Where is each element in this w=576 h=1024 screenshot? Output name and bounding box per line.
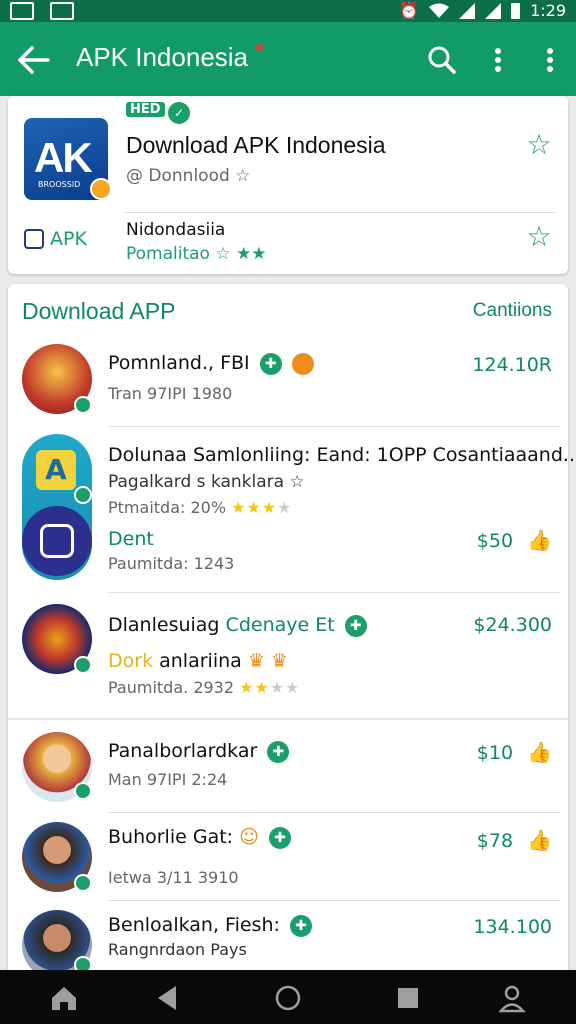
status-time: 1:29 bbox=[530, 1, 566, 20]
item-title: Buhorlie Gat: bbox=[108, 826, 234, 848]
phone-app-icon bbox=[22, 506, 92, 576]
item-divider bbox=[108, 426, 560, 427]
back-arrow-icon[interactable] bbox=[14, 40, 54, 80]
app-a-icon: A bbox=[36, 450, 76, 490]
thumb-up-icon[interactable]: 👍 bbox=[527, 828, 552, 852]
image-notification-icon bbox=[50, 2, 74, 20]
item-subtitle: Ietwa 3/11 3910 bbox=[108, 868, 239, 887]
list-item[interactable]: Buhorlie Gat: ☺ ✚ Ietwa 3/11 3910 $78 👍 bbox=[8, 818, 568, 902]
item-price: 124.10R bbox=[472, 354, 552, 376]
verified-badge-icon bbox=[74, 396, 92, 414]
header-title: Download APK Indonesia bbox=[126, 132, 386, 158]
rating-stars: ★★★★ bbox=[239, 678, 301, 697]
crown-icon: ♛ ♛ bbox=[247, 650, 288, 672]
item-title: Dent bbox=[108, 528, 154, 550]
system-nav-bar bbox=[0, 970, 576, 1024]
app-logo: AK BROOSSID bbox=[24, 118, 112, 200]
app-header-card: AK BROOSSID HED ✓ Download APK Indonesia… bbox=[8, 96, 568, 274]
notification-dot bbox=[256, 44, 263, 51]
verified-badge-icon bbox=[74, 874, 92, 892]
overflow-menu-icon[interactable] bbox=[532, 42, 568, 78]
item-meta: Paumitda. 2932 bbox=[108, 678, 235, 697]
profile-icon[interactable] bbox=[496, 982, 528, 1014]
favorite-star-icon-2[interactable]: ☆ bbox=[524, 222, 554, 252]
verified-badge-icon bbox=[74, 782, 92, 800]
signal-icon-2 bbox=[485, 2, 502, 19]
item-subtitle: Man 97IPI 2:24 bbox=[108, 770, 228, 789]
item-subtitle: anlariina bbox=[159, 650, 242, 672]
section-link[interactable]: Cantiions bbox=[473, 300, 552, 322]
list-item[interactable]: Pomnland., FBI ✚ Tran 97IPI 1980 124.10R bbox=[8, 342, 568, 426]
plus-icon: ✚ bbox=[259, 352, 282, 375]
apk-square-icon bbox=[24, 229, 44, 249]
item-price: $78 bbox=[476, 830, 514, 852]
more-vert-icon[interactable] bbox=[480, 42, 516, 78]
item-divider bbox=[108, 900, 560, 901]
list-item[interactable]: Dlanlesuiag Cdenaye Et ✚ Dork anlariina … bbox=[8, 600, 568, 710]
item-title: Benloalkan, Fiesh: bbox=[108, 914, 280, 936]
wifi-icon bbox=[429, 3, 450, 18]
list-item[interactable]: Panalborlardkar ✚ Man 97IPI 2:24 $10 👍 bbox=[8, 730, 568, 814]
logo-letters: AK bbox=[34, 134, 93, 181]
plus-icon: ✚ bbox=[289, 914, 312, 937]
apk-brand-label: APK bbox=[50, 228, 87, 250]
recents-icon[interactable] bbox=[392, 982, 424, 1014]
item-title: Pomnland., FBI bbox=[108, 352, 250, 374]
apk-brand: APK bbox=[24, 228, 87, 250]
thumb-up-icon[interactable]: 👍 bbox=[527, 528, 552, 552]
logo-subtext: BROOSSID bbox=[38, 180, 81, 189]
plus-icon: ✚ bbox=[344, 614, 367, 637]
section-divider bbox=[8, 718, 568, 720]
home-icon[interactable] bbox=[48, 982, 80, 1014]
list-item[interactable]: Benloalkan, Fiesh: ✚ Rangnrdaon Pays 134… bbox=[8, 906, 568, 974]
back-icon[interactable] bbox=[152, 982, 184, 1014]
home-circle-icon[interactable] bbox=[272, 982, 304, 1014]
item-subtitle: Rangnrdaon Pays bbox=[108, 940, 247, 959]
signal-icon bbox=[459, 2, 476, 19]
developer-name: Nidondasiia bbox=[126, 220, 226, 240]
laurel-icon: ☺ bbox=[239, 826, 259, 848]
item-subtitle: Tran 97IPI 1980 bbox=[108, 384, 233, 403]
item-meta: Ptmaitda: 20% bbox=[108, 498, 227, 517]
page-title: APK Indonesia bbox=[76, 42, 249, 72]
item-divider bbox=[108, 592, 560, 593]
gallery-notification-icon bbox=[10, 2, 34, 20]
favorite-star-icon[interactable]: ☆ bbox=[524, 130, 554, 160]
item-divider bbox=[108, 812, 560, 813]
battery-icon bbox=[511, 2, 521, 19]
item-price: 134.100 bbox=[473, 916, 552, 938]
plus-icon: ✚ bbox=[267, 740, 290, 763]
header-subtitle: @ Donnlood ☆ bbox=[126, 166, 251, 186]
section-title: Download APP bbox=[22, 298, 176, 324]
item-subtitle: Pagalkard s kanklara ☆ bbox=[108, 472, 305, 492]
item-title-accent: Cdenaye Et bbox=[225, 614, 335, 636]
developer-rating: Pomalitao ☆ ★★ bbox=[126, 244, 267, 264]
app-bar: APK Indonesia bbox=[0, 22, 576, 96]
header-divider bbox=[124, 212, 556, 213]
coin-icon bbox=[90, 178, 112, 200]
hed-badge: HED bbox=[126, 102, 165, 117]
verified-icon: ✓ bbox=[168, 102, 190, 124]
item-price: $10 bbox=[476, 742, 514, 764]
plus-icon: ✚ bbox=[268, 826, 291, 849]
item-title: Panalborlardkar bbox=[108, 740, 258, 762]
item-title: Dlanlesuiag bbox=[108, 614, 220, 636]
item-subtitle: Paumitda: 1243 bbox=[108, 554, 235, 573]
verified-badge-icon bbox=[74, 486, 92, 504]
item-price: $50 bbox=[476, 530, 514, 552]
list-item[interactable]: A Dolunaa Samlonliing: Eand: 1OPP Cosant… bbox=[8, 432, 576, 588]
item-title: Dolunaa Samlonliing: Eand: 1OPP Cosantia… bbox=[108, 444, 576, 466]
item-gold-label: Dork bbox=[108, 650, 154, 672]
download-app-card: Download APP Cantiions Pomnland., FBI ✚ … bbox=[8, 284, 576, 974]
thumb-up-icon[interactable]: 👍 bbox=[527, 740, 552, 764]
search-icon[interactable] bbox=[424, 42, 460, 78]
item-price: $24.300 bbox=[473, 614, 552, 636]
coin-icon bbox=[291, 352, 314, 375]
alarm-icon: ⏰ bbox=[399, 1, 420, 20]
status-bar: ⏰ 1:29 bbox=[0, 0, 576, 22]
rating-stars: ★★★★ bbox=[231, 498, 293, 517]
verified-badge-icon bbox=[74, 656, 92, 674]
